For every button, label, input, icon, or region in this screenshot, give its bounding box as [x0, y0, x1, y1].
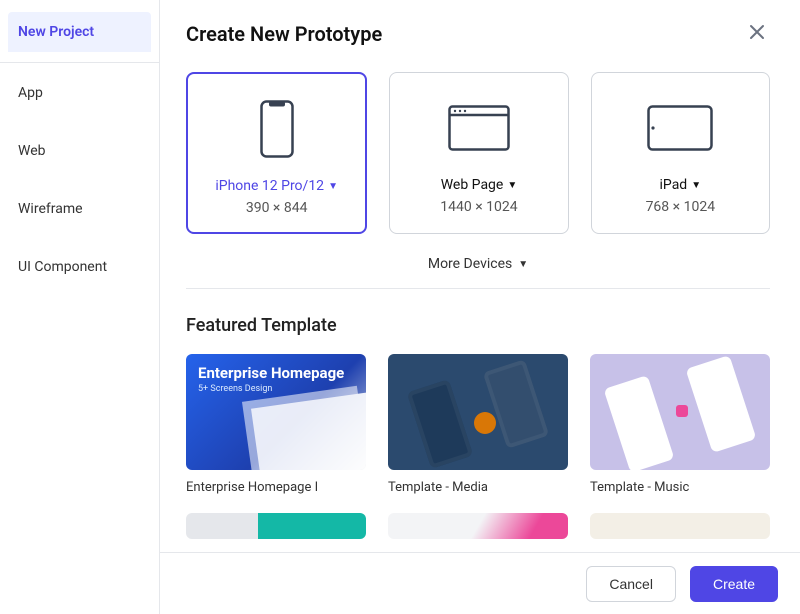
device-card-web[interactable]: Web Page ▼ 1440 × 1024 — [389, 72, 568, 234]
chevron-down-icon: ▼ — [691, 180, 701, 191]
sidebar-divider — [0, 62, 159, 63]
device-card-ipad[interactable]: iPad ▼ 768 × 1024 — [591, 72, 770, 234]
close-icon[interactable] — [744, 18, 770, 50]
template-label: Template - Media — [388, 480, 568, 495]
template-card-music[interactable]: Template - Music — [590, 354, 770, 495]
main-panel: Create New Prototype iPhone 12 Pro/12 ▼ … — [160, 0, 800, 552]
template-thumbnail — [388, 354, 568, 470]
template-label: Enterprise Homepage I — [186, 480, 366, 495]
template-card[interactable] — [388, 513, 568, 549]
templates-heading: Featured Template — [186, 315, 770, 336]
tablet-icon — [602, 93, 759, 163]
device-row: iPhone 12 Pro/12 ▼ 390 × 844 Web Page ▼ — [186, 72, 770, 234]
template-card-media[interactable]: Template - Media — [388, 354, 568, 495]
section-divider — [186, 288, 770, 289]
device-dimensions: 1440 × 1024 — [400, 199, 557, 215]
device-dimensions: 768 × 1024 — [602, 199, 759, 215]
template-card[interactable] — [590, 513, 770, 549]
chevron-down-icon: ▼ — [507, 180, 517, 191]
template-thumbnail: Enterprise Homepage 5+ Screens Design — [186, 354, 366, 470]
template-thumbnail — [590, 513, 770, 539]
template-thumbnail — [388, 513, 568, 539]
sidebar-item-wireframe[interactable]: Wireframe — [8, 189, 151, 229]
sidebar-item-web[interactable]: Web — [8, 131, 151, 171]
device-label[interactable]: iPad ▼ — [660, 177, 702, 193]
template-thumbnail — [186, 513, 366, 539]
device-dimensions: 390 × 844 — [198, 200, 355, 216]
page-title: Create New Prototype — [186, 22, 382, 46]
phone-icon — [198, 94, 355, 164]
template-card[interactable] — [186, 513, 366, 549]
template-row: Enterprise Homepage 5+ Screens Design En… — [186, 354, 770, 495]
browser-icon — [400, 93, 557, 163]
sidebar-item-new-project[interactable]: New Project — [8, 12, 151, 52]
chevron-down-icon: ▼ — [518, 259, 528, 270]
sidebar-item-app[interactable]: App — [8, 73, 151, 113]
template-row-peek — [186, 513, 770, 549]
sidebar: New Project App Web Wireframe UI Compone… — [0, 0, 160, 614]
footer: Cancel Create — [160, 552, 800, 614]
template-card-enterprise[interactable]: Enterprise Homepage 5+ Screens Design En… — [186, 354, 366, 495]
cancel-button[interactable]: Cancel — [586, 566, 676, 602]
device-label[interactable]: Web Page ▼ — [441, 177, 518, 193]
device-card-iphone[interactable]: iPhone 12 Pro/12 ▼ 390 × 844 — [186, 72, 367, 234]
template-label: Template - Music — [590, 480, 770, 495]
more-devices-toggle[interactable]: More Devices ▼ — [186, 248, 770, 288]
sidebar-item-ui-component[interactable]: UI Component — [8, 247, 151, 287]
device-label[interactable]: iPhone 12 Pro/12 ▼ — [215, 178, 338, 194]
create-button[interactable]: Create — [690, 566, 778, 602]
template-thumbnail — [590, 354, 770, 470]
chevron-down-icon: ▼ — [328, 181, 338, 192]
